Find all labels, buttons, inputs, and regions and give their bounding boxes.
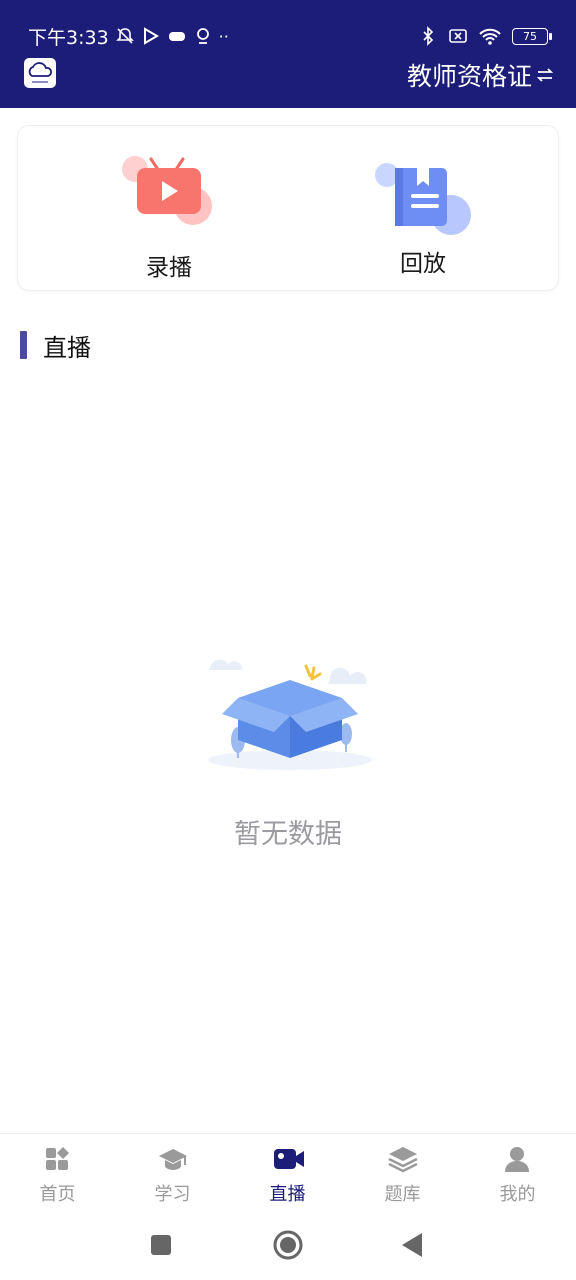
battery-indicator: 75 — [512, 27, 552, 45]
status-right: 75 — [418, 26, 552, 46]
sim-disabled-icon — [449, 29, 467, 43]
status-bar: 下午3:33 ·· 75 — [0, 18, 576, 54]
tab-study[interactable]: 学习 — [115, 1134, 230, 1218]
notebook-icon — [375, 163, 471, 235]
bluetooth-icon — [423, 26, 434, 46]
tab-home[interactable]: 首页 — [0, 1134, 115, 1218]
tab-question-bank[interactable]: 题库 — [345, 1134, 460, 1218]
section-title: 直播 — [43, 333, 91, 362]
recorded-label: 录播 — [146, 255, 192, 281]
app-logo[interactable] — [24, 58, 56, 88]
layers-icon — [388, 1147, 418, 1173]
more-dots-icon: ·· — [218, 26, 229, 46]
section-accent-bar — [20, 331, 27, 359]
replay-label: 回放 — [400, 251, 446, 277]
tab-live[interactable]: 直播 — [230, 1134, 345, 1218]
empty-box-icon — [208, 659, 372, 770]
tv-play-icon — [122, 156, 212, 225]
tab-label: 首页 — [39, 1184, 76, 1205]
gamepad-icon — [168, 32, 185, 41]
back-button[interactable] — [400, 1231, 424, 1259]
location-icon — [196, 28, 209, 44]
shortcut-card: 录播 回放 — [17, 125, 559, 291]
empty-state-text: 暂无数据 — [234, 819, 342, 850]
video-camera-icon — [274, 1149, 304, 1169]
graduation-cap-icon — [159, 1149, 187, 1170]
exam-name: 教师资格证 — [406, 62, 532, 91]
live-section-header: 直播 — [20, 330, 91, 362]
swap-arrows-icon — [536, 68, 554, 82]
wifi-icon — [479, 28, 501, 45]
tab-label: 直播 — [269, 1184, 306, 1205]
tab-label: 题库 — [384, 1184, 421, 1205]
recorded-shortcut[interactable]: 录播 — [69, 126, 269, 290]
replay-shortcut[interactable]: 回放 — [323, 126, 523, 290]
home-button[interactable] — [272, 1229, 304, 1261]
bottom-tab-bar: 首页 学习 直播 题库 我的 — [0, 1133, 576, 1218]
grid-icon — [46, 1147, 69, 1170]
tab-label: 学习 — [154, 1184, 191, 1205]
system-nav-bar — [0, 1217, 576, 1280]
tab-label: 我的 — [499, 1184, 536, 1205]
exam-switch-button[interactable]: 教师资格证 — [407, 57, 554, 93]
recent-apps-button[interactable] — [149, 1233, 173, 1257]
status-left: 下午3:33 ·· — [28, 23, 229, 50]
app-header: 下午3:33 ·· 75 教师资格证 — [0, 0, 576, 108]
tab-mine[interactable]: 我的 — [460, 1134, 575, 1218]
cloud-logo-icon — [28, 62, 52, 83]
person-icon — [505, 1147, 529, 1172]
play-store-icon — [143, 27, 159, 45]
mute-bell-icon — [115, 28, 134, 44]
status-time: 下午3:33 — [28, 26, 109, 49]
